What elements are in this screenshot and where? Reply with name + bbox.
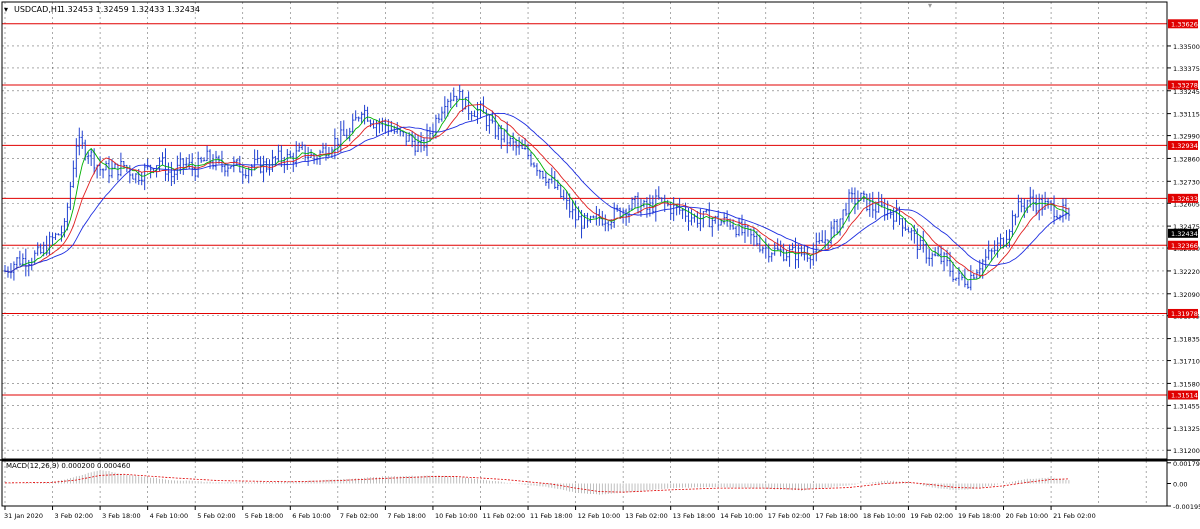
- time-tick-label: 11 Feb 02:00: [482, 512, 525, 520]
- time-tick-label: 14 Feb 10:00: [720, 512, 763, 520]
- time-tick-label: 5 Feb 02:00: [197, 512, 236, 520]
- level-price-tag-label: 1.32366: [1171, 242, 1198, 250]
- price-tick-label: 1.31835: [1173, 336, 1200, 344]
- time-tick-label: 18 Feb 10:00: [863, 512, 906, 520]
- time-tick-label: 13 Feb 18:00: [673, 512, 716, 520]
- level-price-tag-label: 1.32633: [1171, 195, 1198, 203]
- time-tick-label: 5 Feb 18:00: [245, 512, 284, 520]
- time-tick-label: 31 Jan 2020: [4, 512, 43, 520]
- time-tick-label: 10 Feb 10:00: [435, 512, 478, 520]
- chart-canvas[interactable]: 1.335001.333751.332451.331151.329901.328…: [0, 0, 1200, 524]
- price-tick-label: 1.32090: [1173, 291, 1200, 299]
- symbol-menu-icon[interactable]: ▾: [4, 5, 8, 14]
- price-tick-label: 1.33375: [1173, 65, 1200, 73]
- time-tick-label: 12 Feb 10:00: [578, 512, 621, 520]
- time-tick-label: 7 Feb 18:00: [387, 512, 426, 520]
- time-tick-label: 19 Feb 18:00: [958, 512, 1001, 520]
- level-price-tag-label: 1.33626: [1171, 20, 1198, 28]
- time-tick-label: 21 Feb 02:00: [1053, 512, 1096, 520]
- level-price-tag-label: 1.31978: [1171, 310, 1198, 318]
- price-tick-label: 1.31455: [1173, 402, 1200, 410]
- time-tick-label: 19 Feb 02:00: [910, 512, 953, 520]
- time-tick-label: 20 Feb 10:00: [1006, 512, 1049, 520]
- macd-tick-label: 0.001795: [1173, 460, 1200, 468]
- chart-background: [0, 0, 1200, 524]
- price-tick-label: 1.31325: [1173, 425, 1200, 433]
- time-tick-label: 11 Feb 18:00: [530, 512, 573, 520]
- price-tick-label: 1.32730: [1173, 178, 1200, 186]
- level-price-tag-label: 1.32934: [1171, 142, 1198, 150]
- chart-shift-icon[interactable]: ▾: [928, 1, 932, 10]
- macd-indicator-label: MACD(12,26,9) 0.000200 0.000460: [6, 462, 130, 470]
- price-tick-label: 1.31710: [1173, 358, 1200, 366]
- price-tick-label: 1.32220: [1173, 268, 1200, 276]
- time-tick-label: 6 Feb 10:00: [292, 512, 331, 520]
- macd-tick-label: -0.00195: [1173, 503, 1200, 511]
- macd-label: MACD(12,26,9) 0.000200 0.000460: [6, 462, 130, 470]
- macd-tick-label: 0.00: [1173, 481, 1187, 489]
- price-tick-label: 1.33115: [1173, 111, 1200, 119]
- trading-chart-window: 1.33500 1.33375 1.33245 1.33115 1.32990 1.328…: [0, 0, 1200, 524]
- time-tick-label: 3 Feb 18:00: [102, 512, 141, 520]
- level-price-tag-label: 1.31514: [1171, 392, 1198, 400]
- price-tick-label: 1.32990: [1173, 133, 1200, 141]
- price-tick-label: 1.33500: [1173, 43, 1200, 51]
- price-tick-label: 1.32860: [1173, 155, 1200, 163]
- time-tick-label: 17 Feb 02:00: [768, 512, 811, 520]
- price-tick-label: 1.31580: [1173, 380, 1200, 388]
- ohlc-readout: 1.32453 1.32459 1.32433 1.32434: [60, 5, 200, 14]
- time-tick-label: 13 Feb 02:00: [625, 512, 668, 520]
- time-tick-label: 4 Feb 10:00: [150, 512, 189, 520]
- time-tick-label: 17 Feb 18:00: [815, 512, 858, 520]
- time-tick-label: 7 Feb 02:00: [340, 512, 379, 520]
- time-tick-label: 3 Feb 02:00: [55, 512, 94, 520]
- level-price-tag-label: 1.33278: [1171, 81, 1198, 89]
- current-price-tag-label: 1.32434: [1171, 230, 1198, 238]
- symbol-label: USDCAD,H1: [14, 5, 62, 14]
- price-tick-label: 1.31200: [1173, 447, 1200, 455]
